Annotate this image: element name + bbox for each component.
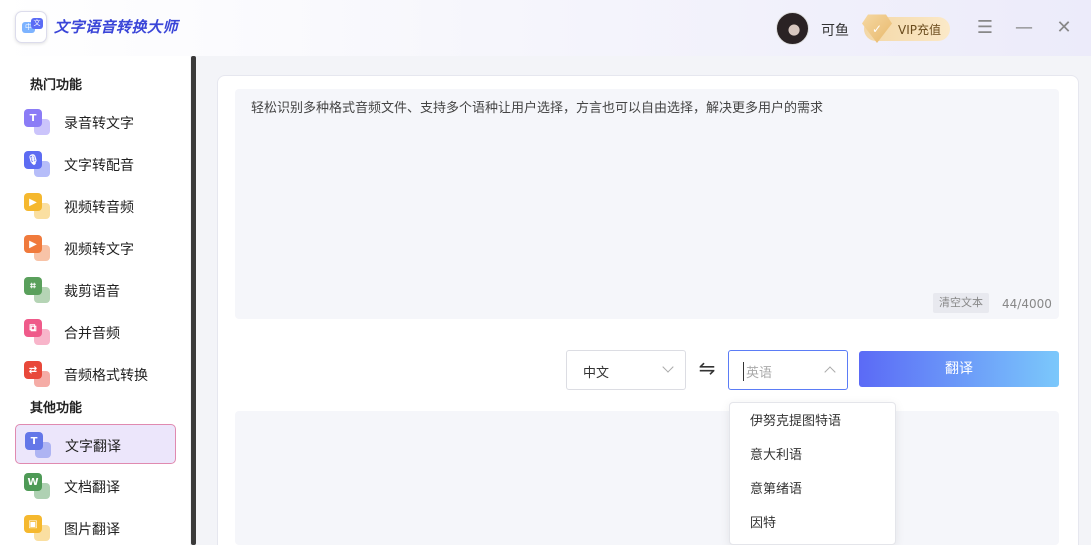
transcribe-icon: T [24,109,52,137]
sidebar-item[interactable]: W 文档翻译 [15,466,176,506]
swap-languages-icon[interactable]: ⇋ [695,356,719,382]
sidebar-item-label: 文字翻译 [65,439,121,455]
language-option[interactable]: 意第绪语 [750,478,802,497]
language-dropdown: 伊努克提图特语 意大利语意第绪语因特 [729,402,896,545]
sidebar-item-label: 录音转文字 [64,116,134,132]
sidebar-item-label: 图片翻译 [64,522,120,538]
source-text[interactable]: 轻松识别多种格式音频文件、支持多个语种让用户选择，方言也可以自由选择，解决更多用… [251,97,823,116]
source-text-area[interactable]: 轻松识别多种格式音频文件、支持多个语种让用户选择，方言也可以自由选择，解决更多用… [235,89,1059,319]
sidebar-item-label: 文档翻译 [64,480,120,496]
sidebar-item-label: 合并音频 [64,326,120,342]
video-play-icon: ▶ [24,193,52,221]
sidebar-scrollbar[interactable] [191,56,196,545]
sidebar-item[interactable]: ▶ 视频转文字 [15,228,176,268]
close-icon[interactable]: ✕ [1052,16,1076,40]
sidebar: 热门功能 T 录音转文字 🎙 文字转配音 ▶ 视频转音频 ▶ 视频转文字 ⌗ 裁剪语音 ⧉ 合并音频 ⇄… [0,56,190,545]
image-icon: ▣ [24,515,52,543]
char-count: 44/4000 [1002,297,1052,311]
target-language-placeholder: 英语 [743,362,772,381]
minimize-icon[interactable]: — [1012,16,1036,40]
sidebar-item-label: 音频格式转换 [64,368,148,384]
sidebar-item[interactable]: ⇄ 音频格式转换 [15,354,176,394]
crop-icon: ⌗ [24,277,52,305]
logo-part-b: 文 [31,18,43,29]
app-logo-icon: 中 文 [15,11,47,43]
user-avatar[interactable] [776,12,809,45]
language-option[interactable]: 伊努克提图特语 [750,410,841,429]
merge-icon: ⧉ [24,319,52,347]
microphone-icon: 🎙 [24,151,52,179]
source-language-select[interactable]: 中文 [566,350,686,390]
sidebar-item[interactable]: T 文字翻译 [15,424,176,464]
source-language-value: 中文 [583,366,610,381]
chevron-down-icon [662,361,674,373]
sidebar-item[interactable]: ▣ 图片翻译 [15,508,176,545]
sidebar-item[interactable]: T 录音转文字 [15,102,176,142]
translate-button[interactable]: 翻译 [859,351,1059,387]
menu-icon[interactable]: ☰ [973,16,997,40]
other-features-title: 其他功能 [30,401,83,416]
title-bar: 中 文 文字语音转换大师 可鱼 ✓ VIP充值 ☰ — ✕ [0,0,1091,56]
username[interactable]: 可鱼 [821,20,849,40]
sidebar-item[interactable]: ▶ 视频转音频 [15,186,176,226]
hot-features-title: 热门功能 [30,78,83,93]
language-option[interactable]: 因特 [750,512,776,531]
text-translate-icon: T [25,432,53,460]
clear-text-button[interactable]: 清空文本 [933,293,989,313]
vip-label: VIP充值 [898,23,941,37]
sidebar-item[interactable]: ⌗ 裁剪语音 [15,270,176,310]
convert-icon: ⇄ [24,361,52,389]
vip-diamond-icon: ✓ [862,14,892,43]
chevron-up-icon [824,366,836,378]
translation-output-area[interactable] [235,411,1059,545]
target-language-select[interactable]: 英语 [728,350,848,390]
vip-recharge-button[interactable]: ✓ VIP充值 [862,14,950,43]
sidebar-item[interactable]: ⧉ 合并音频 [15,312,176,352]
document-icon: W [24,473,52,501]
sidebar-item-label: 视频转音频 [64,200,134,216]
sidebar-item[interactable]: 🎙 文字转配音 [15,144,176,184]
video-text-icon: ▶ [24,235,52,263]
sidebar-item-label: 裁剪语音 [64,284,120,300]
language-option[interactable]: 意大利语 [750,444,802,463]
sidebar-item-label: 文字转配音 [64,158,134,174]
app-title: 文字语音转换大师 [54,18,179,36]
sidebar-item-label: 视频转文字 [64,242,134,258]
